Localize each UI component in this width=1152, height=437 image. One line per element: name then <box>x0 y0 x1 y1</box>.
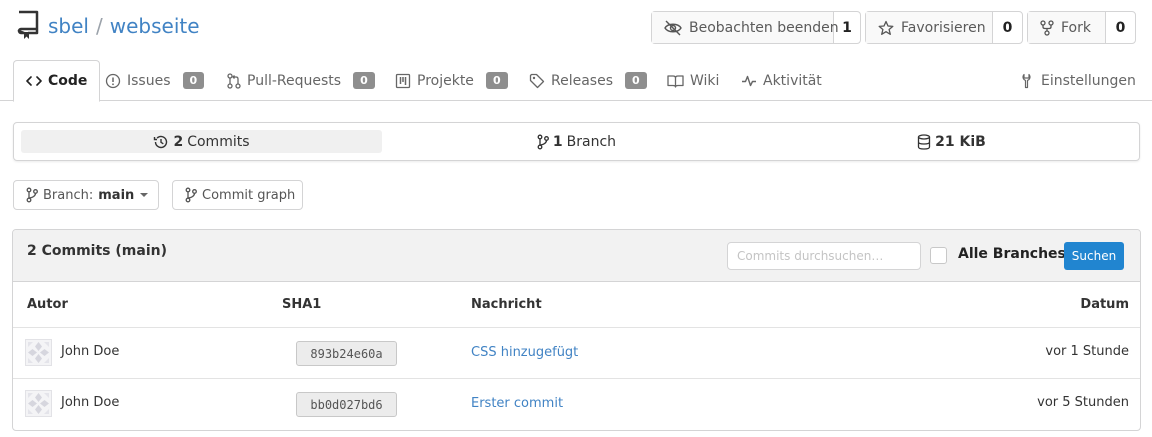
repo-name-link[interactable]: webseite <box>110 14 200 38</box>
commit-graph-label: Commit graph <box>202 187 296 203</box>
pulse-icon <box>741 73 757 89</box>
search-button[interactable]: Suchen <box>1064 242 1124 270</box>
tools-icon <box>1021 73 1035 89</box>
tab-activity[interactable]: Aktivität <box>741 60 822 101</box>
stat-size-value: 21 KiB <box>935 133 986 150</box>
code-icon <box>26 74 42 88</box>
project-board-icon <box>395 73 411 89</box>
commit-date: vor 1 Stunde <box>1045 344 1129 359</box>
branch-icon <box>537 134 549 150</box>
stat-branches[interactable]: 1 Branch <box>394 123 759 160</box>
branch-icon <box>185 187 197 203</box>
commits-table: 2 Commits (main) Alle Branches Suchen Au… <box>12 229 1141 431</box>
issues-count-badge: 0 <box>182 72 205 89</box>
star-button-group: Favorisieren 0 <box>865 11 1023 44</box>
all-branches-label[interactable]: Alle Branches <box>958 246 1066 262</box>
commit-message[interactable]: Erster commit <box>471 396 563 411</box>
repo-icon <box>16 10 40 40</box>
commit-message[interactable]: CSS hinzugefügt <box>471 345 578 360</box>
releases-count-badge: 0 <box>625 72 647 89</box>
star-button[interactable]: Favorisieren <box>866 12 993 43</box>
branch-dropdown[interactable]: Branch: main <box>13 180 159 210</box>
avatar[interactable] <box>25 390 52 417</box>
stat-commits-label: Commits <box>187 133 250 150</box>
caret-down-icon <box>139 192 149 198</box>
commit-author[interactable]: John Doe <box>61 344 119 359</box>
repo-stats-bar: 2 Commits 1 Branch 21 KiB <box>13 122 1140 161</box>
tab-issues[interactable]: Issues 0 <box>105 60 205 101</box>
fork-icon <box>1040 19 1054 36</box>
tag-icon <box>529 73 545 89</box>
fork-button-group: Fork 0 <box>1027 11 1136 44</box>
commit-sha[interactable]: 893b24e60a <box>296 341 397 366</box>
branch-icon <box>26 187 38 203</box>
commit-search-input[interactable] <box>727 242 921 270</box>
column-author: Autor <box>27 297 68 312</box>
book-icon <box>667 73 684 89</box>
pull-request-icon <box>227 72 241 89</box>
repo-tabs: Code Issues 0 Pull-Requests 0 Projekte 0… <box>0 60 1152 102</box>
star-icon <box>878 20 894 36</box>
column-message: Nachricht <box>471 297 542 312</box>
tab-pull-requests[interactable]: Pull-Requests 0 <box>227 60 375 101</box>
stat-commits[interactable]: 2 Commits <box>21 130 382 153</box>
column-sha: SHA1 <box>282 297 322 312</box>
issue-icon <box>105 73 121 89</box>
commits-title: 2 Commits (main) <box>27 243 167 259</box>
tab-settings-label: Einstellungen <box>1041 72 1136 89</box>
tab-releases-label: Releases <box>551 72 613 89</box>
commits-column-headers: Autor SHA1 Nachricht Datum <box>13 282 1140 328</box>
history-icon <box>153 134 169 150</box>
tab-projects[interactable]: Projekte 0 <box>395 60 508 101</box>
tab-issues-label: Issues <box>127 72 171 89</box>
commit-date: vor 5 Stunden <box>1037 395 1129 410</box>
fork-label: Fork <box>1061 19 1091 36</box>
star-count[interactable]: 0 <box>993 12 1022 43</box>
pull-requests-count-badge: 0 <box>353 72 375 89</box>
commit-author[interactable]: John Doe <box>61 395 119 410</box>
tab-settings[interactable]: Einstellungen <box>1021 60 1136 101</box>
watch-button-group: Beobachten beenden 1 <box>651 11 861 44</box>
repo-header: sbel / webseite Beobachten beenden 1 Favor… <box>0 0 1152 52</box>
repo-owner-link[interactable]: sbel <box>48 14 89 38</box>
column-date: Datum <box>1080 297 1129 312</box>
branch-prefix: Branch: <box>43 187 94 203</box>
stat-branches-count: 1 <box>552 133 563 150</box>
repo-title: sbel / webseite <box>48 12 200 40</box>
tab-projects-label: Projekte <box>417 72 474 89</box>
eye-slash-icon <box>664 20 682 36</box>
table-row: John Doe bb0d027bd6 Erster commit vor 5 … <box>13 379 1140 430</box>
tab-code[interactable]: Code <box>13 60 101 102</box>
database-icon <box>917 133 931 150</box>
star-label: Favorisieren <box>901 19 986 36</box>
repo-separator: / <box>95 14 103 38</box>
stat-size: 21 KiB <box>764 123 1139 160</box>
tab-code-label: Code <box>48 73 88 89</box>
watch-count[interactable]: 1 <box>834 12 860 43</box>
avatar[interactable] <box>25 339 52 366</box>
projects-count-badge: 0 <box>485 72 508 89</box>
table-row: John Doe 893b24e60a CSS hinzugefügt vor … <box>13 328 1140 379</box>
tab-pull-requests-label: Pull-Requests <box>247 72 342 89</box>
commit-sha[interactable]: bb0d027bd6 <box>296 392 397 417</box>
tab-activity-label: Aktivität <box>763 72 822 89</box>
watch-label: Beobachten beenden <box>689 19 839 36</box>
watch-button[interactable]: Beobachten beenden <box>652 12 839 43</box>
fork-count[interactable]: 0 <box>1106 12 1135 43</box>
tab-releases[interactable]: Releases 0 <box>529 60 647 101</box>
branch-name: main <box>98 187 135 203</box>
stat-branches-label: Branch <box>566 133 617 150</box>
commits-header: 2 Commits (main) Alle Branches Suchen <box>13 230 1140 282</box>
commit-graph-button[interactable]: Commit graph <box>172 180 303 210</box>
tab-wiki-label: Wiki <box>690 72 720 89</box>
tab-wiki[interactable]: Wiki <box>667 60 719 101</box>
fork-button[interactable]: Fork <box>1028 12 1106 43</box>
stat-commits-count: 2 <box>173 133 184 150</box>
all-branches-checkbox[interactable] <box>930 247 947 264</box>
